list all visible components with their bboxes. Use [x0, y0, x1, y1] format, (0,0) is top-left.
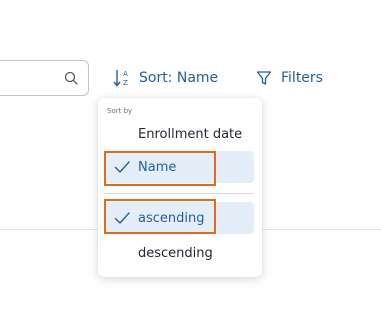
sort-option-enrollment-date[interactable]: Enrollment date	[104, 118, 254, 150]
sort-by-header: Sort by	[107, 107, 133, 115]
menu-separator	[104, 193, 254, 194]
menu-item-label: descending	[138, 245, 213, 261]
menu-item-label: Name	[138, 159, 177, 175]
sort-dropdown-menu: Sort by Enrollment date Name ascending d…	[98, 98, 262, 277]
sort-button[interactable]: A Z Sort: Name	[112, 66, 218, 90]
sort-option-name[interactable]: Name	[104, 151, 254, 183]
sort-az-icon: A Z	[113, 70, 128, 87]
search-icon[interactable]	[64, 71, 78, 85]
sort-direction-descending[interactable]: descending	[104, 237, 254, 269]
filter-icon	[256, 71, 272, 85]
filters-button-label: Filters	[281, 70, 323, 86]
search-input[interactable]	[0, 60, 89, 96]
checkmark-icon	[114, 212, 130, 224]
sort-direction-ascending[interactable]: ascending	[104, 202, 254, 234]
page: A Z Sort: Name Filters Sort by Enrollmen…	[0, 0, 381, 315]
filters-button[interactable]: Filters	[256, 66, 323, 90]
svg-text:Z: Z	[123, 79, 128, 87]
svg-text:A: A	[123, 70, 128, 78]
menu-item-label: ascending	[138, 210, 205, 226]
menu-item-label: Enrollment date	[138, 126, 243, 142]
checkmark-icon	[114, 161, 130, 173]
sort-button-label: Sort: Name	[139, 70, 219, 86]
